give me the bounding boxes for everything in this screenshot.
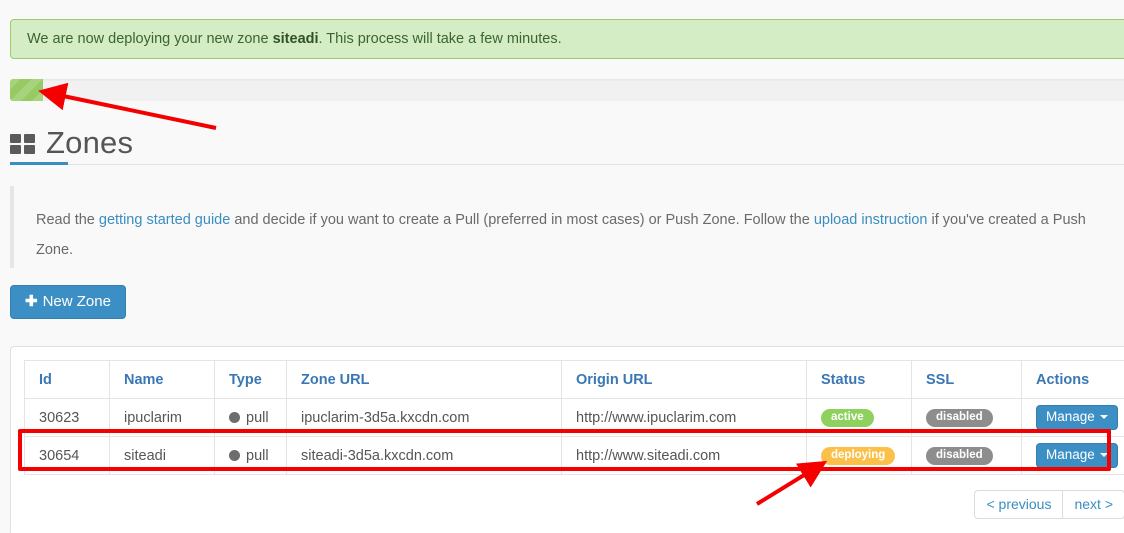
table-row[interactable]: 30623 ipuclarim pull ipuclarim-3d5a.kxcd… bbox=[24, 398, 1124, 437]
column-header-actions: Actions bbox=[1021, 360, 1124, 399]
getting-started-guide-link[interactable]: getting started guide bbox=[99, 212, 230, 228]
cell-type: pull bbox=[214, 398, 287, 437]
description-text: Read the getting started guide and decid… bbox=[14, 186, 1099, 265]
zones-table: Id Name Type Zone URL Origin URL Status … bbox=[24, 360, 1124, 475]
cell-status: active bbox=[806, 398, 912, 437]
table-header-row: Id Name Type Zone URL Origin URL Status … bbox=[24, 360, 1124, 399]
cell-ssl: disabled bbox=[911, 398, 1022, 437]
page-title: Zones bbox=[46, 124, 134, 160]
previous-page-button[interactable]: < previous bbox=[974, 490, 1064, 519]
alert-text-after: . This process will take a few minutes. bbox=[318, 31, 562, 47]
page-header: Zones bbox=[10, 118, 1124, 166]
cell-origin-url: http://www.siteadi.com bbox=[561, 436, 807, 475]
alert-zone-name: siteadi bbox=[272, 31, 319, 47]
grid-icon bbox=[10, 133, 36, 155]
column-header-status[interactable]: Status bbox=[806, 360, 912, 399]
cell-zone-url: ipuclarim-3d5a.kxcdn.com bbox=[286, 398, 562, 437]
cell-ssl: disabled bbox=[911, 436, 1022, 475]
manage-button[interactable]: Manage bbox=[1036, 442, 1118, 469]
type-dot-icon bbox=[229, 411, 240, 423]
description-part2: and decide if you want to create a Pull … bbox=[230, 212, 814, 228]
cell-origin-url: http://www.ipuclarim.com bbox=[561, 398, 807, 437]
status-badge: active bbox=[821, 408, 874, 428]
cell-type: pull bbox=[214, 436, 287, 475]
next-page-button[interactable]: next > bbox=[1063, 490, 1124, 519]
deploy-progress-bar bbox=[10, 79, 1124, 101]
manage-button[interactable]: Manage bbox=[1036, 404, 1118, 431]
manage-label: Manage bbox=[1046, 446, 1095, 462]
type-dot-icon bbox=[229, 449, 240, 461]
header-accent-underline bbox=[10, 162, 68, 165]
cell-name: ipuclarim bbox=[109, 398, 215, 437]
new-zone-button[interactable]: ✚ New Zone bbox=[10, 285, 126, 319]
header-divider bbox=[10, 164, 1124, 165]
ssl-badge: disabled bbox=[926, 446, 993, 466]
column-header-name[interactable]: Name bbox=[109, 360, 215, 399]
column-header-id[interactable]: Id bbox=[24, 360, 110, 399]
table-row[interactable]: 30654 siteadi pull siteadi-3d5a.kxcdn.co… bbox=[24, 436, 1124, 475]
column-header-ssl[interactable]: SSL bbox=[911, 360, 1022, 399]
description-well: Read the getting started guide and decid… bbox=[10, 186, 1124, 268]
plus-icon: ✚ bbox=[25, 293, 38, 310]
cell-name: siteadi bbox=[109, 436, 215, 475]
cell-actions: Manage bbox=[1021, 398, 1124, 437]
deploy-progress-fill bbox=[10, 79, 43, 101]
cell-type-label: pull bbox=[246, 409, 269, 426]
cell-id: 30623 bbox=[24, 398, 110, 437]
status-badge: deploying bbox=[821, 446, 896, 466]
ssl-badge: disabled bbox=[926, 408, 993, 428]
page-root: We are now deploying your new zone sitea… bbox=[0, 0, 1124, 533]
column-header-zone-url[interactable]: Zone URL bbox=[286, 360, 562, 399]
description-part1: Read the bbox=[36, 212, 99, 228]
cell-status: deploying bbox=[806, 436, 912, 475]
chevron-down-icon bbox=[1099, 414, 1108, 419]
deploy-alert: We are now deploying your new zone sitea… bbox=[10, 19, 1124, 59]
zones-panel: Id Name Type Zone URL Origin URL Status … bbox=[10, 346, 1124, 533]
pagination: < previous next > bbox=[974, 490, 1124, 519]
manage-label: Manage bbox=[1046, 408, 1095, 424]
column-header-type[interactable]: Type bbox=[214, 360, 287, 399]
upload-instruction-link[interactable]: upload instruction bbox=[814, 212, 928, 228]
cell-type-label: pull bbox=[246, 447, 269, 464]
chevron-down-icon bbox=[1099, 452, 1108, 457]
cell-id: 30654 bbox=[24, 436, 110, 475]
column-header-origin-url[interactable]: Origin URL bbox=[561, 360, 807, 399]
cell-actions: Manage bbox=[1021, 436, 1124, 475]
cell-zone-url: siteadi-3d5a.kxcdn.com bbox=[286, 436, 562, 475]
alert-text-before: We are now deploying your new zone bbox=[27, 31, 273, 47]
new-zone-label: New Zone bbox=[42, 293, 111, 310]
